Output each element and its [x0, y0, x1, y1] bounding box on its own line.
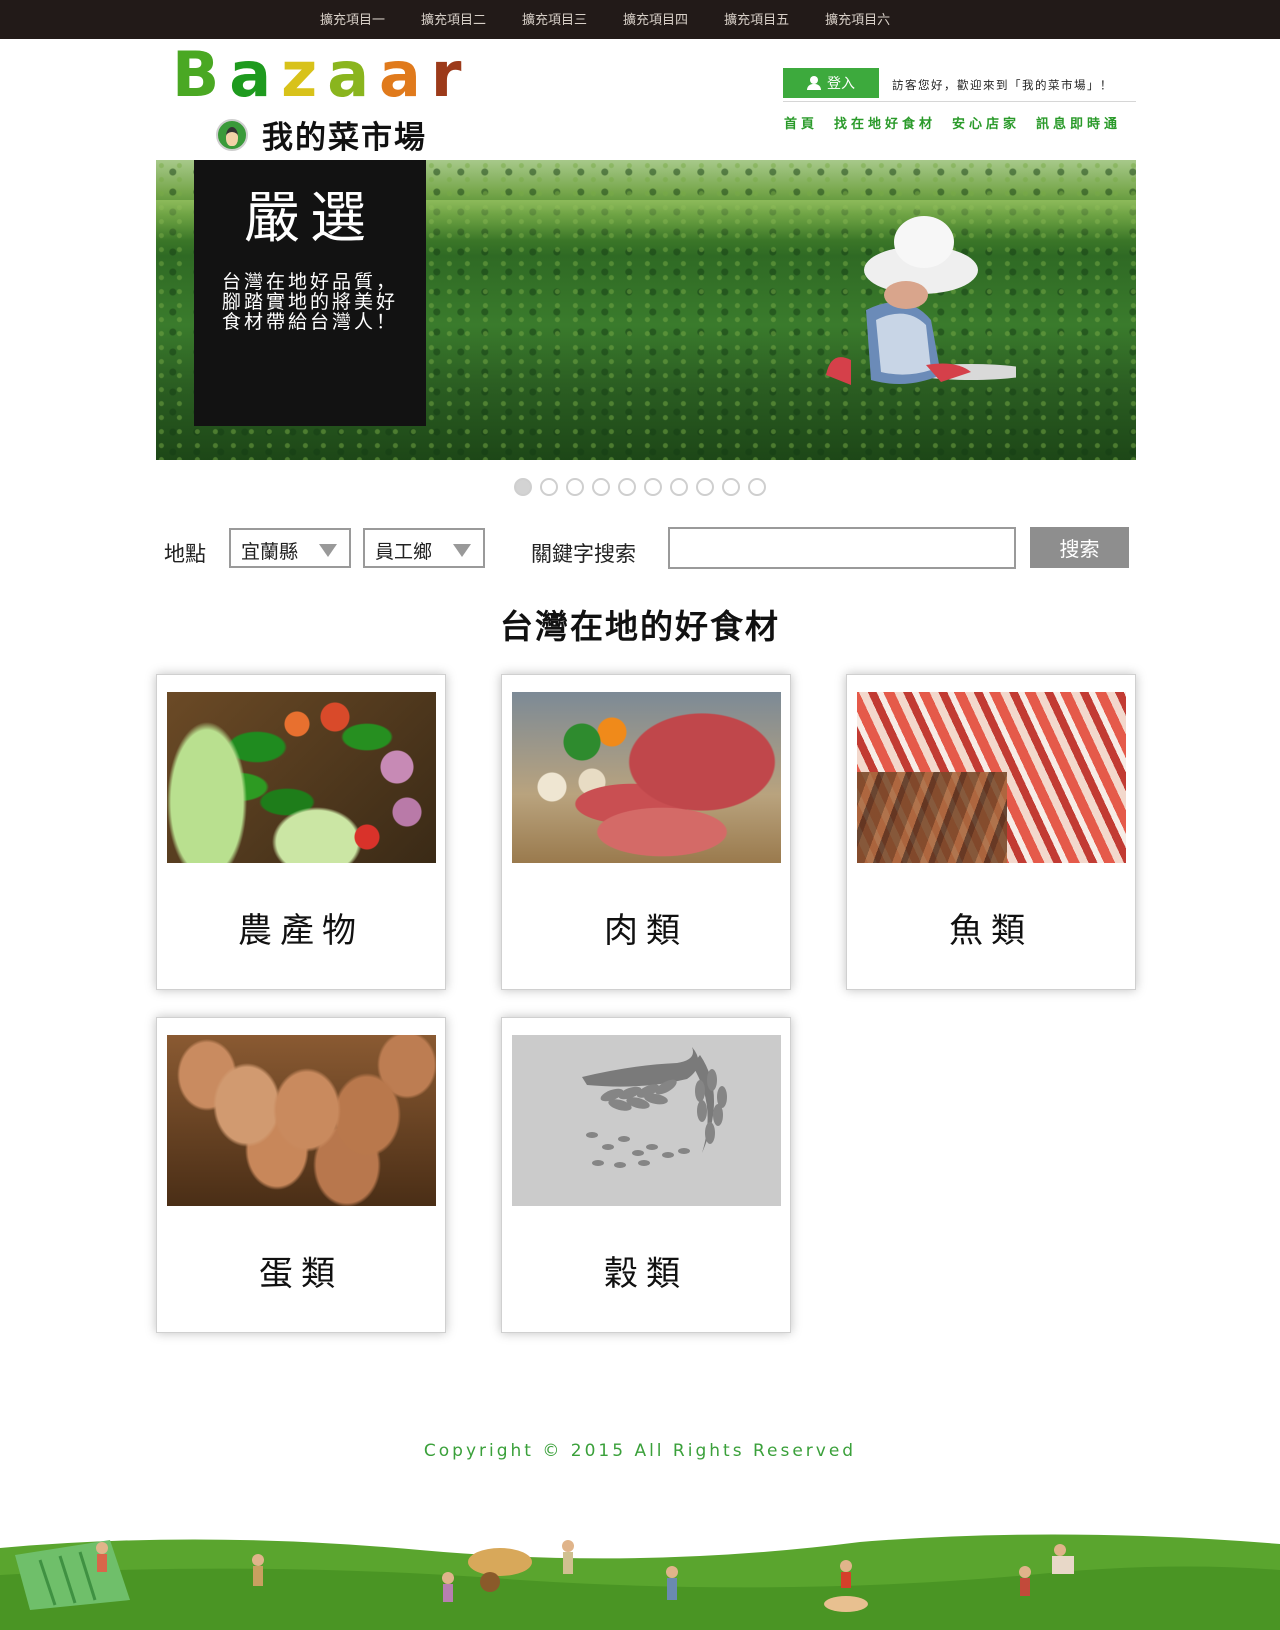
hero-caption-panel: 嚴選 台灣在地好品質，腳踏實地的將美好食材帶給台灣人！	[194, 160, 426, 426]
meat-photo	[512, 692, 781, 863]
eggs-photo	[167, 1035, 436, 1206]
category-label: 魚類	[949, 911, 1033, 951]
category-card-meat[interactable]: 肉類	[501, 674, 791, 990]
logo-wordmark: B a z a a r	[172, 44, 471, 106]
vegetables-photo	[167, 692, 436, 863]
welcome-message: 訪客您好，歡迎來到「我的菜市場」！	[892, 78, 1113, 92]
user-icon	[807, 76, 821, 90]
logo-letter: r	[430, 38, 462, 111]
logo-letter: B	[172, 38, 220, 111]
dropdown-arrow-icon	[453, 544, 471, 557]
keyword-input[interactable]	[668, 527, 1016, 569]
slider-pagination	[514, 478, 774, 496]
slider-dot[interactable]	[748, 478, 766, 496]
township-value: 員工鄉	[375, 541, 433, 563]
grain-icon-panel	[512, 1035, 781, 1206]
site-logo[interactable]: B a z a a r 我的菜市場	[172, 44, 492, 157]
slider-dot[interactable]	[514, 478, 532, 496]
search-button[interactable]: 搜索	[1030, 527, 1129, 568]
county-select[interactable]: 宜蘭縣	[229, 528, 351, 568]
grain-icon	[582, 1047, 727, 1168]
logo-letter: a	[379, 38, 421, 111]
category-card-grain[interactable]: 穀類	[501, 1017, 791, 1333]
section-title: 台灣在地的好食材	[500, 607, 780, 646]
nav-trusted-stores[interactable]: 安心店家	[952, 113, 1020, 132]
nav-messages[interactable]: 訊息即時通	[1036, 113, 1121, 132]
logo-letter: a	[327, 38, 370, 111]
top-nav-item-6[interactable]: 擴充項目六	[825, 0, 890, 39]
category-label: 肉類	[604, 911, 688, 951]
dropdown-arrow-icon	[319, 544, 337, 557]
keyword-label: 關鍵字搜索	[531, 542, 636, 566]
logo-letter: z	[281, 38, 318, 111]
slider-dot[interactable]	[566, 478, 584, 496]
nav-find-ingredients[interactable]: 找在地好食材	[834, 113, 936, 132]
top-bar: 擴充項目一 擴充項目二 擴充項目三 擴充項目四 擴充項目五 擴充項目六	[0, 0, 1280, 39]
slider-dot[interactable]	[592, 478, 610, 496]
top-nav: 擴充項目一 擴充項目二 擴充項目三 擴充項目四 擴充項目五 擴充項目六	[320, 0, 926, 39]
category-card-fish[interactable]: 魚類	[846, 674, 1136, 990]
slider-dot[interactable]	[618, 478, 636, 496]
login-button[interactable]: 登入	[783, 68, 879, 98]
top-nav-item-3[interactable]: 擴充項目三	[522, 0, 587, 39]
slider-dot[interactable]	[722, 478, 740, 496]
top-nav-item-5[interactable]: 擴充項目五	[724, 0, 789, 39]
fish-photo	[857, 692, 1126, 863]
header-divider	[783, 101, 1136, 102]
nav-home[interactable]: 首頁	[784, 113, 818, 132]
copyright-text: Copyright © 2015 All Rights Reserved	[423, 1441, 857, 1461]
main-nav: 首頁 找在地好食材 安心店家 訊息即時通	[784, 113, 1137, 132]
category-label: 農產物	[238, 911, 364, 951]
slider-dot[interactable]	[696, 478, 714, 496]
township-select[interactable]: 員工鄉	[363, 528, 485, 568]
farmer-badge-icon	[216, 118, 248, 151]
hero-heading: 嚴選	[244, 186, 376, 251]
category-card-produce[interactable]: 農產物	[156, 674, 446, 990]
login-label: 登入	[827, 75, 855, 91]
site-title: 我的菜市場	[262, 120, 427, 156]
logo-letter: a	[229, 38, 272, 111]
category-card-eggs[interactable]: 蛋類	[156, 1017, 446, 1333]
farm-landscape-illustration	[0, 1534, 1280, 1630]
fish-photo-detail	[857, 772, 1007, 863]
slider-dot[interactable]	[540, 478, 558, 496]
logo-subtitle: 我的菜市場	[216, 112, 427, 157]
county-value: 宜蘭縣	[241, 541, 299, 563]
hero-text: 台灣在地好品質，腳踏實地的將美好食材帶給台灣人！	[221, 271, 398, 333]
slider-dot[interactable]	[670, 478, 688, 496]
location-label: 地點	[164, 542, 206, 566]
top-nav-item-4[interactable]: 擴充項目四	[623, 0, 688, 39]
slider-dot[interactable]	[644, 478, 662, 496]
top-nav-item-1[interactable]: 擴充項目一	[320, 0, 385, 39]
category-label: 蛋類	[259, 1254, 343, 1294]
category-label: 穀類	[604, 1254, 688, 1294]
top-nav-item-2[interactable]: 擴充項目二	[421, 0, 486, 39]
farmer-illustration	[826, 216, 1016, 385]
hero-banner[interactable]: 嚴選 台灣在地好品質，腳踏實地的將美好食材帶給台灣人！	[156, 160, 1136, 460]
